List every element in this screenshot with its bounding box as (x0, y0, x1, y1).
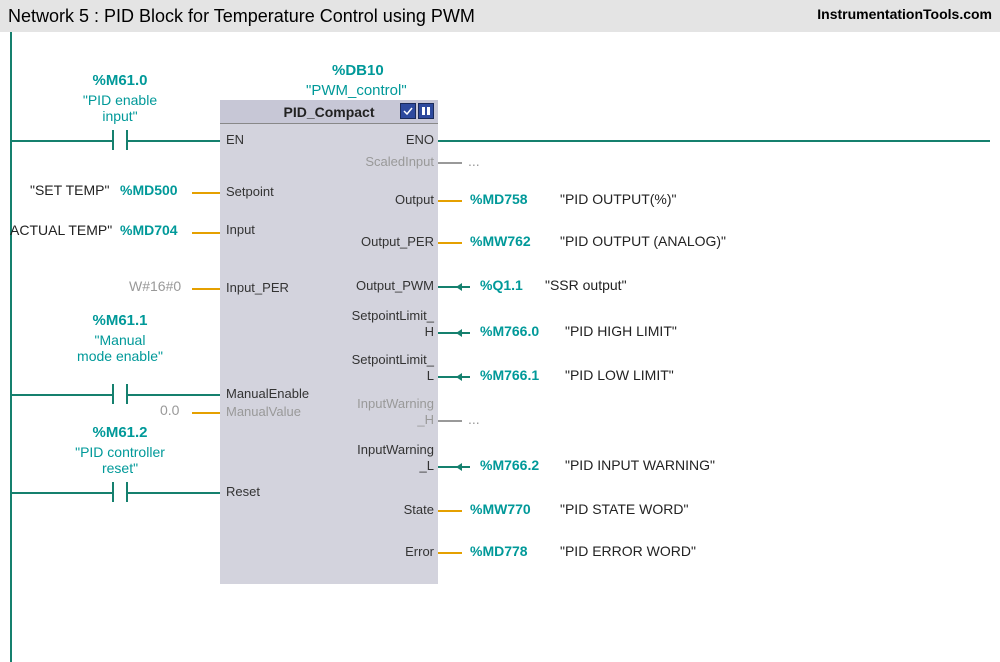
ellipsis-iw-h: ... (468, 411, 480, 427)
addr-sp-h: %M766.0 (480, 323, 539, 339)
pin-sp-h (462, 332, 470, 334)
port-label-input-per: Input_PER (226, 280, 289, 295)
block-type-label: PID_Compact (283, 104, 374, 120)
port-label-manual-value: ManualValue (226, 404, 301, 419)
contact-reset-name2: reset" (55, 460, 185, 476)
db-name: "PWM_control" (306, 82, 407, 99)
contact-manual-addr: %M61.1 (80, 312, 160, 329)
comment-output-per: "PID OUTPUT (ANALOG)" (560, 233, 726, 249)
ellipsis-scaled: ... (468, 153, 480, 169)
configuration-icon[interactable] (418, 103, 434, 119)
watermark: InstrumentationTools.com (817, 6, 992, 22)
addr-output-per: %MW762 (470, 233, 531, 249)
wire-output (438, 200, 462, 202)
db-address: %DB10 (332, 62, 384, 79)
contact-manual-name: "Manual (60, 332, 180, 348)
port-label-sp-l-1: SetpointLimit_ (352, 352, 434, 367)
comment-output: "PID OUTPUT(%)" (560, 191, 677, 207)
contact-reset-name: "PID controller (55, 444, 185, 460)
wire-error (438, 552, 462, 554)
port-label-sp-l-2: L (427, 368, 434, 383)
network-title: Network 5 : PID Block for Temperature Co… (8, 6, 475, 27)
contact-en-addr: %M61.0 (80, 72, 160, 89)
wire-scaled (438, 162, 462, 164)
wire-input (192, 232, 220, 234)
rung-eno (438, 140, 990, 142)
port-label-iw-l-2: _L (420, 458, 434, 473)
block-titlebar: PID_Compact (220, 100, 438, 124)
port-label-output-per: Output_PER (361, 234, 434, 249)
port-label-en: EN (226, 132, 244, 147)
port-label-setpoint: Setpoint (226, 184, 274, 199)
port-label-state: State (404, 502, 434, 517)
rung-reset-1 (12, 492, 112, 494)
comment-error: "PID ERROR WORD" (560, 543, 696, 559)
wire-output-per (438, 242, 462, 244)
addr-output: %MD758 (470, 191, 528, 207)
comment-input: ACTUAL TEMP" (10, 222, 112, 238)
addr-sp-l: %M766.1 (480, 367, 539, 383)
port-label-iw-l-1: InputWarning (357, 442, 434, 457)
comment-state: "PID STATE WORD" (560, 501, 688, 517)
wire-setpoint (192, 192, 220, 194)
wire-iw-h (438, 420, 462, 422)
rung-en-1 (12, 140, 112, 142)
addr-setpoint: %MD500 (120, 182, 178, 198)
port-label-manual-enable: ManualEnable (226, 386, 309, 401)
addr-input-per: W#16#0 (129, 278, 181, 294)
contact-reset-addr: %M61.2 (80, 424, 160, 441)
block-title-icons (400, 103, 434, 119)
port-label-reset: Reset (226, 484, 260, 499)
comment-setpoint: "SET TEMP" (30, 182, 109, 198)
wire-input-per (192, 288, 220, 290)
port-label-iw-h-1: InputWarning (357, 396, 434, 411)
port-label-scaled: ScaledInput (365, 154, 434, 169)
rung-manual-2 (128, 394, 220, 396)
rung-reset-2 (128, 492, 220, 494)
addr-state: %MW770 (470, 501, 531, 517)
comment-sp-l: "PID LOW LIMIT" (565, 367, 674, 383)
port-label-input: Input (226, 222, 255, 237)
rung-manual-1 (12, 394, 112, 396)
contact-en-name: "PID enable (70, 92, 170, 108)
wire-state (438, 510, 462, 512)
contact-en-name2: input" (70, 108, 170, 124)
port-label-eno: ENO (406, 132, 434, 147)
port-label-output: Output (395, 192, 434, 207)
port-label-sp-h-2: H (425, 324, 434, 339)
comment-output-pwm: "SSR output" (545, 277, 627, 293)
wire-manual-value (192, 412, 220, 414)
commissioning-icon[interactable] (400, 103, 416, 119)
port-label-error: Error (405, 544, 434, 559)
addr-error: %MD778 (470, 543, 528, 559)
port-label-sp-h-1: SetpointLimit_ (352, 308, 434, 323)
addr-output-pwm: %Q1.1 (480, 277, 523, 293)
port-label-iw-h-2: _H (417, 412, 434, 427)
port-label-output-pwm: Output_PWM (356, 278, 434, 293)
block-body: EN Setpoint Input Input_PER ManualEnable… (220, 124, 438, 584)
pin-output-pwm (462, 286, 470, 288)
addr-input: %MD704 (120, 222, 178, 238)
power-rail-left (10, 32, 12, 662)
comment-sp-h: "PID HIGH LIMIT" (565, 323, 677, 339)
pin-iw-l (462, 466, 470, 468)
comment-iw-l: "PID INPUT WARNING" (565, 457, 715, 473)
contact-manual-name2: mode enable" (60, 348, 180, 364)
rung-en-2 (128, 140, 220, 142)
addr-manual-value: 0.0 (160, 402, 179, 418)
pid-compact-block: PID_Compact EN Setpoint Input Input_PER … (220, 100, 438, 584)
addr-iw-l: %M766.2 (480, 457, 539, 473)
pin-sp-l (462, 376, 470, 378)
